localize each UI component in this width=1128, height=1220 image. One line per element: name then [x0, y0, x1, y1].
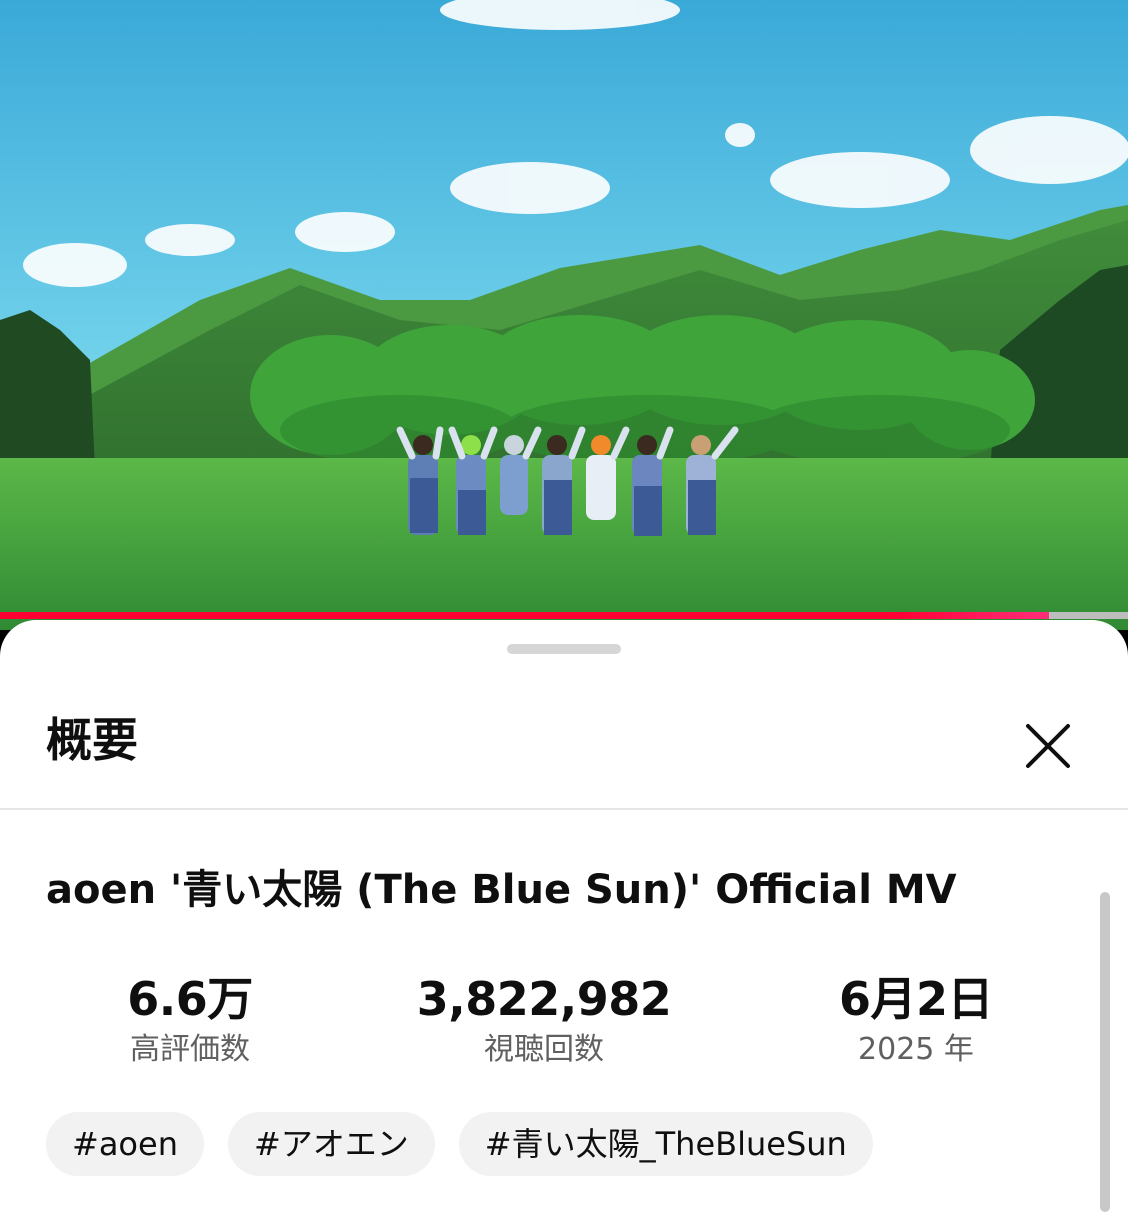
description-sheet: 概要 aoen '青い太陽 (The Blue Sun)' Official M…: [0, 620, 1128, 1220]
video-title: aoen '青い太陽 (The Blue Sun)' Official MV: [46, 867, 957, 913]
views-label: 視聴回数: [484, 1032, 604, 1067]
upload-date: 6月2日: [838, 972, 994, 1026]
likes-stat: 6.6万 高評価数: [40, 972, 340, 1070]
progress-bar[interactable]: [0, 612, 1128, 619]
views-count: 3,822,982: [416, 972, 672, 1026]
video-frame-thumbnail: [0, 0, 1128, 630]
views-stat: 3,822,982 視聴回数: [394, 972, 694, 1070]
hashtag-list: #aoen #アオエン #青い太陽_TheBlueSun: [46, 1112, 873, 1176]
sheet-title: 概要: [46, 713, 138, 767]
progress-bar-fill: [0, 612, 1050, 619]
hashtag-chip[interactable]: #アオエン: [227, 1112, 435, 1176]
drag-handle[interactable]: [507, 644, 621, 654]
close-icon: [1026, 724, 1070, 768]
hashtag-chip[interactable]: #aoen: [46, 1112, 204, 1176]
likes-label: 高評価数: [130, 1032, 250, 1067]
hashtag-chip[interactable]: #青い太陽_TheBlueSun: [458, 1112, 873, 1176]
close-button[interactable]: [1018, 716, 1078, 776]
divider: [0, 808, 1128, 810]
upload-year: 2025 年: [858, 1032, 974, 1067]
date-stat: 6月2日 2025 年: [766, 972, 1066, 1070]
likes-count: 6.6万: [127, 972, 253, 1026]
video-player[interactable]: [0, 0, 1128, 630]
scrollbar[interactable]: [1100, 892, 1110, 1212]
